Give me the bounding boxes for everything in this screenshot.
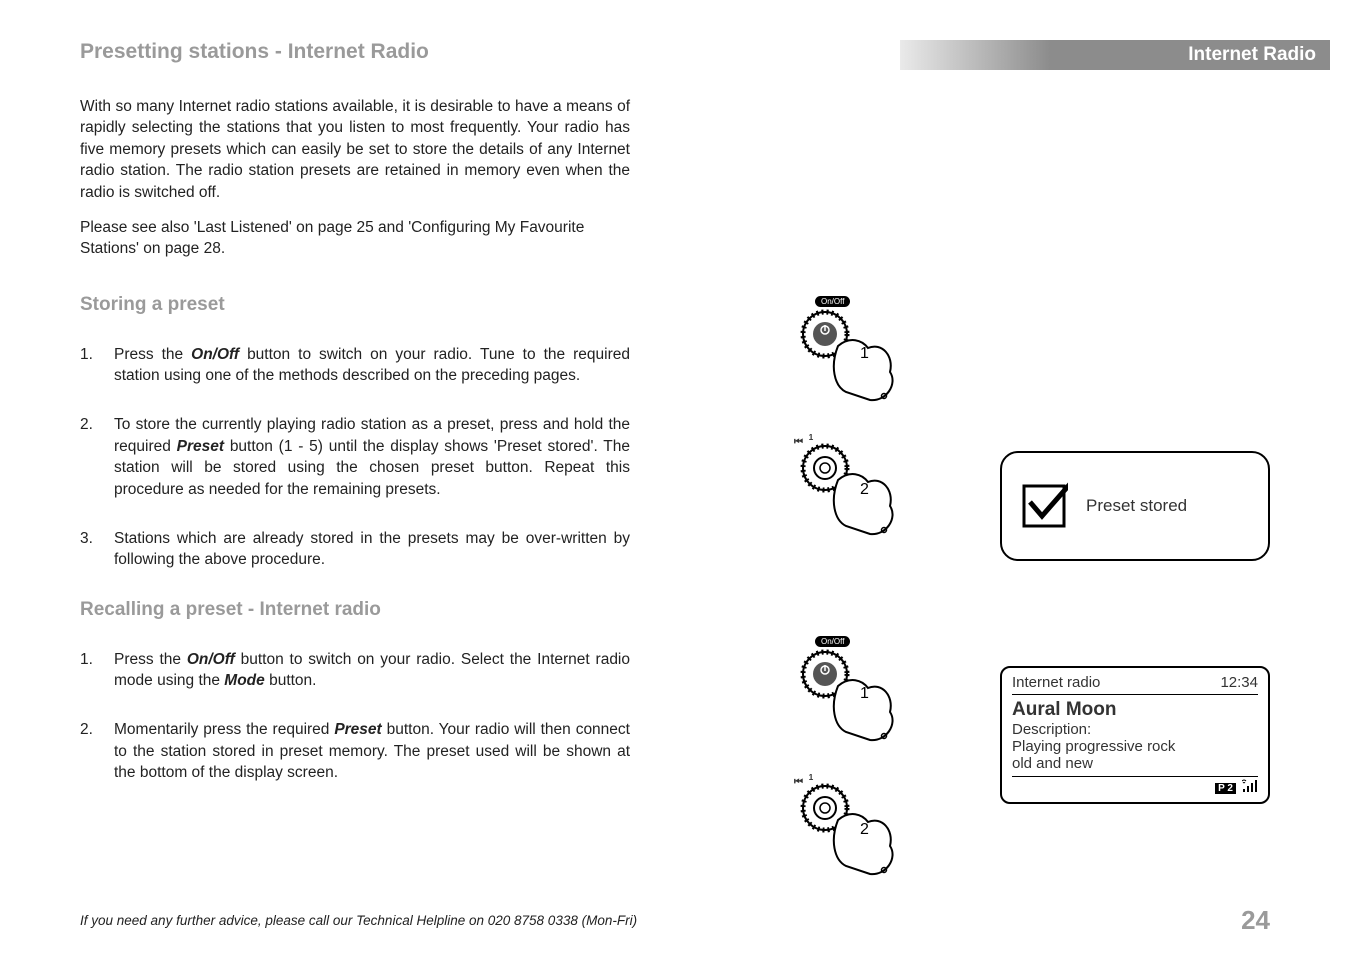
recalling-list: 1. Press the On/Off button to switch on … xyxy=(80,649,630,784)
recalling-step-2: 2. Momentarily press the required Preset… xyxy=(80,719,630,783)
intro-paragraph-1: With so many Internet radio stations ava… xyxy=(80,96,630,203)
display-desc-2: old and new xyxy=(1012,755,1258,772)
heading-storing: Storing a preset xyxy=(80,294,630,316)
list-number: 3. xyxy=(80,528,100,571)
hand-press-icon: 1 xyxy=(790,646,910,756)
figure-press-onoff-recall: On/Off 1 xyxy=(790,646,910,761)
storing-step-2: 2. To store the currently playing radio … xyxy=(80,414,630,500)
prev-track-icon: ⏮ 1 xyxy=(794,772,813,787)
page-number: 24 xyxy=(1241,905,1270,936)
list-number: 2. xyxy=(80,414,100,500)
right-column: On/Off 1 ⏮ 1 xyxy=(720,96,1270,812)
preset-badge: P 2 xyxy=(1215,783,1236,794)
onoff-label: On/Off xyxy=(815,296,850,307)
onoff-label: On/Off xyxy=(815,636,850,647)
list-number: 1. xyxy=(80,649,100,692)
checkbox-arrow-icon xyxy=(1020,482,1068,530)
prev-track-icon: ⏮ 1 xyxy=(794,432,813,447)
figure-press-preset-2: ⏮ 1 2 xyxy=(790,436,910,551)
display-station: Aural Moon xyxy=(1012,699,1258,721)
hand-press-icon: 2 xyxy=(790,776,910,886)
notice-text: Preset stored xyxy=(1086,496,1187,516)
step-number-label: 2 xyxy=(860,821,869,838)
hand-press-icon: 2 xyxy=(790,436,910,546)
display-mode: Internet radio xyxy=(1012,674,1100,691)
list-number: 1. xyxy=(80,344,100,387)
intro-paragraph-2: Please see also 'Last Listened' on page … xyxy=(80,217,630,260)
display-desc-label: Description: xyxy=(1012,721,1258,738)
page-title: Presetting stations - Internet Radio xyxy=(80,40,429,64)
storing-list: 1. Press the On/Off button to switch on … xyxy=(80,344,630,571)
wifi-icon xyxy=(1242,779,1258,798)
recalling-step-1: 1. Press the On/Off button to switch on … xyxy=(80,649,630,692)
storing-step-1: 1. Press the On/Off button to switch on … xyxy=(80,344,630,387)
step-number-label: 1 xyxy=(860,345,869,362)
left-column: With so many Internet radio stations ava… xyxy=(80,96,630,812)
storing-step-3: 3. Stations which are already stored in … xyxy=(80,528,630,571)
section-ribbon: Internet Radio xyxy=(900,40,1330,70)
display-time: 12:34 xyxy=(1220,674,1258,691)
radio-display: Internet radio 12:34 Aural Moon Descript… xyxy=(1000,666,1270,804)
footer-helpline: If you need any further advice, please c… xyxy=(80,913,637,928)
figure-press-onoff-1: On/Off 1 xyxy=(790,306,910,421)
step-number-label: 1 xyxy=(860,685,869,702)
figure-press-preset-recall: ⏮ 1 2 xyxy=(790,776,910,891)
preset-stored-notice: Preset stored xyxy=(1000,451,1270,561)
step-number-label: 2 xyxy=(860,481,869,498)
list-number: 2. xyxy=(80,719,100,783)
display-desc-1: Playing progressive rock xyxy=(1012,738,1258,755)
heading-recalling: Recalling a preset - Internet radio xyxy=(80,599,630,621)
hand-press-icon: 1 xyxy=(790,306,910,416)
